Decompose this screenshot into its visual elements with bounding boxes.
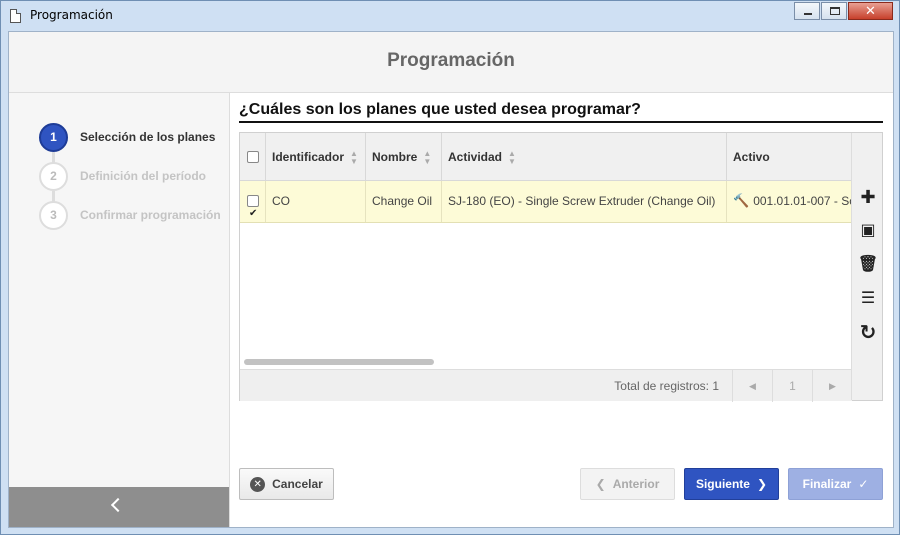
add-icon[interactable]: ✚ [856, 185, 880, 209]
grid-header: Identificador ▲ ▼ Nombre ▲ ▼ Actividad ▲ ▼ Act… [240, 133, 852, 181]
view-icon[interactable]: ▣ [856, 219, 880, 243]
next-page-button[interactable]: ▶ [812, 370, 852, 402]
refresh-icon[interactable]: ↻ [856, 321, 880, 345]
page-title: Programación [387, 50, 515, 71]
dialog-content: Programación 1 Selección de los planes 2… [8, 31, 894, 528]
chevron-right-icon: ❯ [756, 477, 768, 491]
current-page: 1 [772, 370, 812, 402]
step-2-label: Definición del período [80, 169, 207, 183]
cancel-button[interactable]: ✕ Cancelar [239, 468, 334, 500]
previous-button[interactable]: ❮ Anterior [580, 468, 675, 500]
pagination: ◀ 1 ▶ [732, 370, 852, 402]
column-header-label: Activo [733, 150, 770, 164]
prev-page-button[interactable]: ◀ [732, 370, 772, 402]
section-question: ¿Cuáles son los planes que usted desea p… [239, 101, 883, 123]
step-2-number: 2 [39, 162, 68, 191]
table-row[interactable]: CO Change Oil SJ-180 (EO) - Single Screw… [240, 181, 852, 223]
plans-grid: Identificador ▲ ▼ Nombre ▲ ▼ Actividad ▲ ▼ Act… [239, 132, 883, 402]
select-all-cell [240, 133, 266, 180]
column-header-identificador[interactable]: Identificador ▲ ▼ [266, 133, 366, 180]
collapse-panel-button[interactable] [9, 487, 229, 527]
sort-icon: ▲ ▼ [508, 148, 516, 166]
minimize-button[interactable] [794, 2, 820, 20]
grid-toolbar: ✚ ▣ 🗑 ☰ ↻ [851, 133, 882, 400]
column-header-label: Nombre [372, 150, 418, 164]
close-circle-icon: ✕ [250, 476, 266, 492]
column-header-activo[interactable]: Activo [727, 133, 852, 180]
list-icon[interactable]: ☰ [856, 287, 880, 311]
window-controls: ✕ [793, 2, 893, 20]
main-panel: ¿Cuáles son los planes que usted desea p… [231, 93, 893, 527]
maximize-icon [830, 7, 840, 15]
column-header-label: Identificador [272, 150, 345, 164]
close-button[interactable]: ✕ [848, 2, 893, 20]
maximize-button[interactable] [821, 2, 847, 20]
dialog-header: Programación [9, 32, 893, 93]
title-bar[interactable]: Programación ✕ [1, 1, 899, 31]
app-window: Programación ✕ Programación 1 Selección … [0, 0, 900, 535]
chevron-left-icon [110, 497, 126, 513]
cell-activo: 🔨 001.01.01-007 - Sc [727, 181, 852, 222]
cell-nombre: Change Oil [366, 181, 442, 222]
finish-button-label: Finalizar [802, 477, 852, 491]
grid-footer: Total de registros: 1 ◀ 1 ▶ [240, 369, 852, 402]
column-header-label: Actividad [448, 150, 503, 164]
row-checkbox-cell [240, 181, 266, 222]
previous-button-label: Anterior [612, 477, 660, 491]
step-3-number: 3 [39, 201, 68, 230]
sort-icon: ▲ ▼ [350, 148, 358, 166]
delete-icon[interactable]: 🗑 [856, 253, 880, 277]
sort-icon: ▲ ▼ [423, 148, 432, 166]
total-records: Total de registros: 1 [614, 379, 719, 393]
chevron-left-icon: ❮ [595, 477, 606, 491]
cancel-button-label: Cancelar [272, 477, 323, 491]
column-header-actividad[interactable]: Actividad ▲ ▼ [442, 133, 727, 180]
step-1-number: 1 [39, 123, 68, 152]
close-icon: ✕ [865, 3, 876, 18]
document-icon [10, 9, 21, 23]
next-button-label: Siguiente [695, 477, 750, 491]
window-title: Programación [30, 8, 113, 22]
horizontal-scrollbar[interactable] [244, 359, 434, 365]
select-all-checkbox[interactable] [247, 151, 259, 163]
next-button[interactable]: Siguiente ❯ [684, 468, 779, 500]
minimize-icon [804, 13, 812, 15]
wizard-steps-panel: 1 Selección de los planes 2 Definición d… [9, 93, 230, 527]
checkmark-icon: ✓ [858, 477, 869, 491]
cell-identificador: CO [266, 181, 366, 222]
column-header-nombre[interactable]: Nombre ▲ ▼ [366, 133, 442, 180]
wrench-icon: 🔨 [733, 193, 750, 208]
step-connector [52, 191, 55, 203]
finish-button[interactable]: Finalizar ✓ [788, 468, 883, 500]
cell-actividad: SJ-180 (EO) - Single Screw Extruder (Cha… [442, 181, 727, 222]
step-3-label: Confirmar programación [80, 208, 221, 222]
row-checkbox[interactable] [247, 194, 259, 222]
step-1-label: Selección de los planes [80, 130, 216, 144]
step-connector [52, 152, 55, 164]
cell-activo-text: 001.01.01-007 - Sc [753, 194, 852, 208]
